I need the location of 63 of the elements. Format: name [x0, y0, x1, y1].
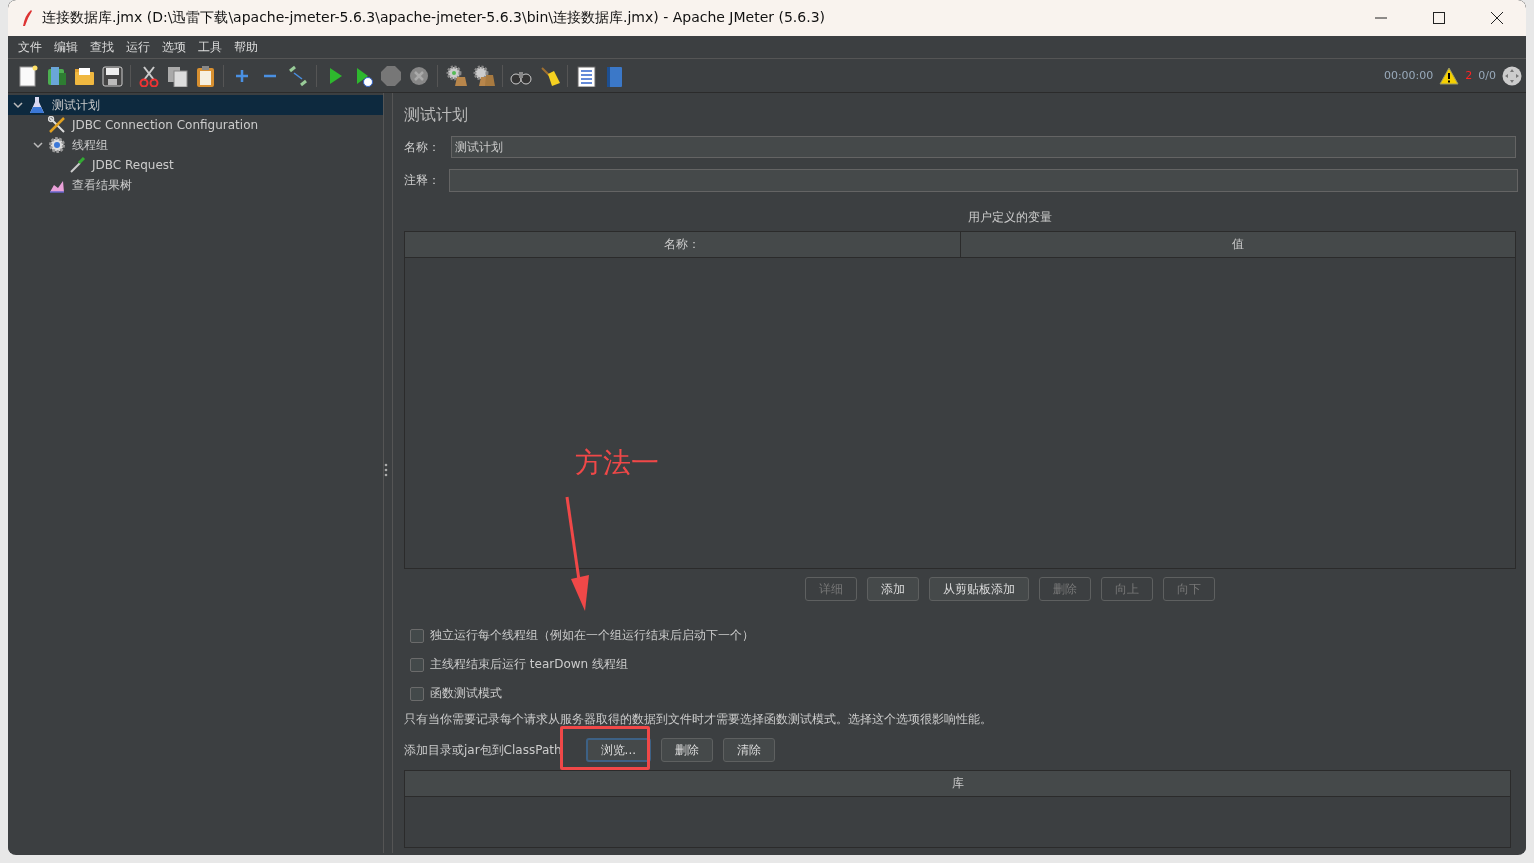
save-icon[interactable] — [101, 64, 123, 87]
paste-icon[interactable] — [194, 64, 216, 87]
hint-text: 只有当你需要记录每个请求从服务器取得的数据到文件时才需要选择函数测试模式。选择这个选项很影响性能。 — [404, 711, 993, 728]
classpath-button[interactable]: 删除 — [661, 738, 713, 762]
remote-icon[interactable] — [1502, 65, 1522, 86]
tree-item[interactable]: JDBC Request — [8, 155, 383, 175]
annotation-text: 方法一 — [575, 445, 659, 481]
menu-item[interactable]: 运行 — [120, 38, 156, 56]
warning-icon[interactable] — [1439, 66, 1460, 85]
template-icon[interactable] — [45, 64, 67, 87]
splitter-grip-icon[interactable] — [384, 463, 388, 477]
close-icon[interactable] — [1490, 11, 1504, 25]
error-count: 2 — [1465, 69, 1473, 82]
gear-broom-icon[interactable] — [445, 64, 467, 87]
thread-count: 0/0 — [1478, 69, 1496, 82]
chevron-icon[interactable] — [33, 140, 43, 150]
broom-icon[interactable] — [538, 64, 560, 87]
column-header[interactable]: 库 — [405, 771, 1510, 796]
name-field[interactable]: 测试计划 — [451, 136, 1516, 158]
toggle-icon[interactable] — [287, 64, 309, 87]
menu-item[interactable]: 帮助 — [228, 38, 264, 56]
elapsed-time: 00:00:00 — [1383, 69, 1434, 82]
comment-field[interactable] — [449, 169, 1518, 192]
menu-item[interactable]: 选项 — [156, 38, 192, 56]
menu-item[interactable]: 工具 — [192, 38, 228, 56]
field-label: 名称： — [404, 138, 441, 156]
shutdown-icon[interactable] — [408, 64, 430, 87]
maximize-icon[interactable] — [1432, 11, 1446, 25]
table-button[interactable]: 从剪贴板添加 — [929, 577, 1029, 601]
copy-icon[interactable] — [166, 64, 188, 87]
chevron-icon[interactable] — [13, 100, 23, 110]
checkbox[interactable] — [410, 657, 424, 672]
tree-item[interactable]: 查看结果树 — [8, 175, 383, 195]
gear-icon — [48, 136, 66, 154]
column-header[interactable]: 值 — [960, 232, 1515, 257]
checkbox[interactable] — [410, 686, 424, 701]
checkbox-label: 主线程结束后运行 tearDown 线程组 — [430, 656, 628, 673]
flask-icon — [28, 96, 46, 114]
tree-item[interactable]: JDBC Connection Configuration — [8, 115, 383, 135]
feather-icon — [20, 9, 34, 27]
gear-brooms-icon[interactable] — [473, 64, 495, 87]
new-file-icon[interactable] — [17, 64, 39, 87]
tools-icon — [48, 116, 66, 134]
table-button[interactable]: 添加 — [867, 577, 919, 601]
classpath-button[interactable]: 浏览... — [585, 738, 651, 762]
menu-item[interactable]: 查找 — [84, 38, 120, 56]
column-header[interactable]: 名称： — [405, 232, 961, 257]
field-label: 注释： — [404, 172, 441, 189]
menu-item[interactable]: 文件 — [12, 38, 48, 56]
classpath-label: 添加目录或jar包到ClassPath — [404, 741, 562, 759]
checkbox[interactable] — [410, 628, 424, 643]
tree-item[interactable]: 线程组 — [8, 135, 383, 155]
section-title: 用户定义的变量 — [967, 209, 1053, 226]
tree-item[interactable]: 测试计划 — [8, 95, 383, 115]
checkbox-label: 函数测试模式 — [430, 685, 502, 702]
window-title: 连接数据库.jmx (D:\迅雷下载\apache-jmeter-5.6.3\apache-jmeter-5.6.3\bin\连接数据库.jmx) - Apache JMeter (5.6.3) — [42, 9, 827, 27]
panel-title: 测试计划 — [404, 105, 469, 126]
cut-icon[interactable] — [138, 64, 160, 87]
checkbox-label: 独立运行每个线程组（例如在一个组运行结束后启动下一个） — [430, 627, 754, 644]
classpath-button[interactable]: 清除 — [723, 738, 775, 762]
pipette-icon — [68, 156, 86, 174]
list-icon[interactable] — [575, 64, 597, 87]
menu-item[interactable]: 编辑 — [48, 38, 84, 56]
